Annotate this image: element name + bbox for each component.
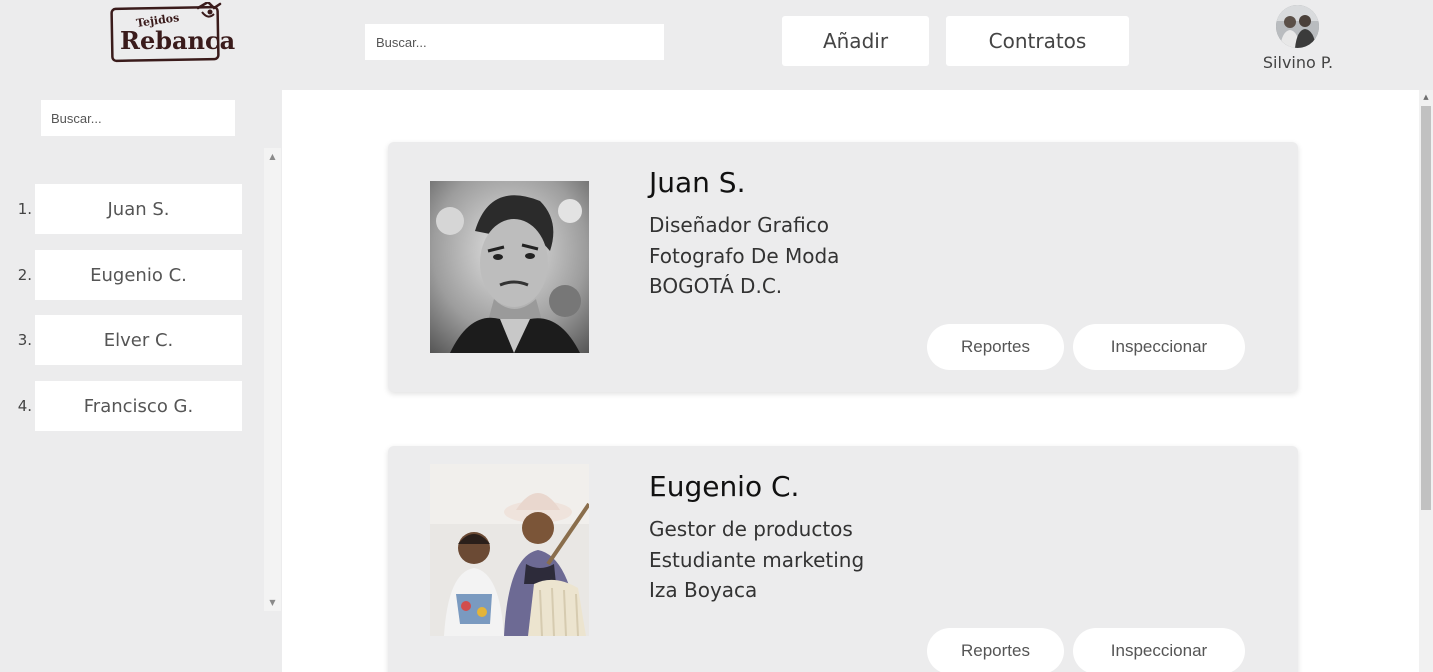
profile-name: Juan S. <box>649 166 746 199</box>
profile-location: Iza Boyaca <box>649 578 758 602</box>
profile-location: BOGOTÁ D.C. <box>649 274 783 298</box>
profile-photo <box>430 464 589 636</box>
sidebar-scrollbar[interactable]: ▲ ▼ <box>264 148 281 611</box>
profile-card: Eugenio C. Gestor de productos Estudiant… <box>388 446 1298 672</box>
profile-role-secondary: Fotografo De Moda <box>649 244 840 268</box>
scrollbar-thumb[interactable] <box>1421 106 1431 510</box>
sidebar-item-button[interactable]: Eugenio C. <box>35 250 242 300</box>
contracts-button[interactable]: Contratos <box>946 16 1129 66</box>
sidebar-search-input[interactable] <box>41 100 235 136</box>
scroll-down-arrow-icon[interactable]: ▼ <box>264 594 281 611</box>
sidebar-item-number: 4. <box>17 397 32 415</box>
sidebar-item-number: 2. <box>17 266 32 284</box>
main-scrollbar[interactable]: ▲ <box>1419 90 1433 672</box>
profile-photo <box>430 181 589 353</box>
sidebar-item-1: 1. Juan S. <box>0 184 250 234</box>
sidebar-item-4: 4. Francisco G. <box>0 381 250 431</box>
profile-photo-image <box>430 464 589 636</box>
scroll-up-arrow-icon[interactable]: ▲ <box>1419 90 1433 104</box>
user-avatar[interactable] <box>1276 5 1319 48</box>
profile-name: Eugenio C. <box>649 470 800 503</box>
profile-photo-image <box>430 181 589 353</box>
sidebar-item-3: 3. Elver C. <box>0 315 250 365</box>
logo[interactable]: Tejidos Rebanca <box>110 2 236 64</box>
sidebar-item-button[interactable]: Juan S. <box>35 184 242 234</box>
logo-text-main: Rebanca <box>120 26 236 55</box>
scroll-up-arrow-icon[interactable]: ▲ <box>264 148 281 165</box>
main-panel: Juan S. Diseñador Grafico Fotografo De M… <box>282 90 1419 672</box>
sidebar-item-button[interactable]: Elver C. <box>35 315 242 365</box>
profile-role-secondary: Estudiante marketing <box>649 548 865 572</box>
sidebar-item-button[interactable]: Francisco G. <box>35 381 242 431</box>
profile-card: Juan S. Diseñador Grafico Fotografo De M… <box>388 142 1298 392</box>
sidebar-item-2: 2. Eugenio C. <box>0 250 250 300</box>
app-page: Tejidos Rebanca Añadir Contratos Silvino… <box>0 0 1433 672</box>
sidebar-item-number: 3. <box>17 331 32 349</box>
profile-role: Gestor de productos <box>649 517 853 541</box>
add-button[interactable]: Añadir <box>782 16 929 66</box>
reports-button[interactable]: Reportes <box>927 324 1064 370</box>
sidebar-item-number: 1. <box>17 200 32 218</box>
profile-role: Diseñador Grafico <box>649 213 829 237</box>
reports-button[interactable]: Reportes <box>927 628 1064 672</box>
avatar-photo <box>1276 5 1319 48</box>
user-name[interactable]: Silvino P. <box>1240 53 1356 72</box>
header-search-input[interactable] <box>365 24 664 60</box>
inspect-button[interactable]: Inspeccionar <box>1073 628 1245 672</box>
inspect-button[interactable]: Inspeccionar <box>1073 324 1245 370</box>
